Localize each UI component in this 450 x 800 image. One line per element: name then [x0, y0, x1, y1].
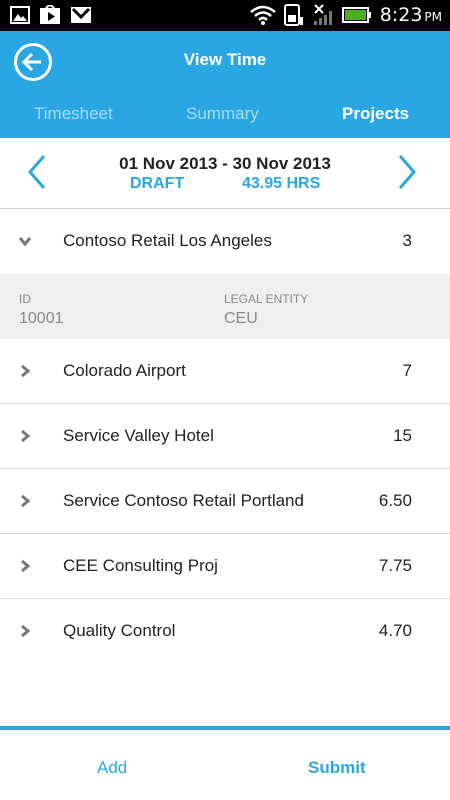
- project-hours: 6.50: [378, 491, 412, 510]
- project-hours: 15: [393, 426, 412, 445]
- play-store-icon: [40, 5, 60, 24]
- tab-projects[interactable]: Projects: [342, 104, 409, 124]
- submit-button[interactable]: Submit: [308, 758, 366, 778]
- chevron-right-icon: [21, 559, 31, 573]
- project-row[interactable]: CEE Consulting Proj 7.75: [0, 534, 450, 599]
- no-signal-icon: [313, 4, 332, 25]
- tab-bar: Timesheet Summary Projects: [0, 104, 450, 134]
- project-name: Colorado Airport: [63, 361, 186, 380]
- project-name: Service Contoso Retail Portland: [63, 491, 304, 510]
- chevron-right-icon: [21, 429, 31, 443]
- project-row[interactable]: Colorado Airport 7: [0, 339, 450, 404]
- project-row[interactable]: Quality Control 4.70: [0, 599, 450, 664]
- app-header: View Time Timesheet Summary Projects: [0, 31, 450, 138]
- id-value: 10001: [19, 310, 64, 327]
- chevron-right-icon: [21, 624, 31, 638]
- chevron-down-icon: [18, 237, 32, 247]
- id-label: ID: [19, 292, 31, 306]
- sim-icon: [283, 4, 303, 26]
- wifi-icon: [249, 5, 276, 25]
- page-title: View Time: [183, 50, 267, 69]
- status-bar: 8:23 PM: [0, 0, 450, 31]
- period-dates: 01 Nov 2013 - 30 Nov 2013: [119, 154, 331, 173]
- project-hours: 3: [402, 231, 412, 250]
- gmail-icon: [71, 7, 91, 23]
- project-name: Service Valley Hotel: [63, 426, 214, 445]
- battery-icon: [341, 7, 371, 23]
- legal-entity-value: CEU: [224, 310, 258, 327]
- clock: 8:23 PM: [379, 4, 442, 26]
- bottom-action-bar: Add Submit: [0, 726, 450, 800]
- chevron-right-icon[interactable]: [392, 152, 422, 192]
- tab-summary[interactable]: Summary: [186, 104, 259, 124]
- total-hours: 43.95 HRS: [242, 175, 321, 192]
- tab-timesheet[interactable]: Timesheet: [34, 104, 113, 124]
- add-button[interactable]: Add: [97, 758, 127, 778]
- chevron-right-icon: [21, 494, 31, 508]
- project-row[interactable]: Service Valley Hotel 15: [0, 404, 450, 469]
- chevron-right-icon: [21, 364, 31, 378]
- project-name: Quality Control: [63, 621, 176, 640]
- project-hours: 4.70: [378, 621, 412, 640]
- image-icon: [10, 6, 30, 24]
- project-name: CEE Consulting Proj: [63, 556, 218, 575]
- period-selector: 01 Nov 2013 - 30 Nov 2013 DRAFT 43.95 HR…: [0, 138, 450, 209]
- project-details: ID 10001 LEGAL ENTITY CEU: [0, 274, 450, 339]
- project-row[interactable]: Service Contoso Retail Portland 6.50: [0, 469, 450, 534]
- project-hours: 7: [402, 361, 412, 380]
- legal-entity-label: LEGAL ENTITY: [224, 292, 309, 306]
- status-badge: DRAFT: [130, 175, 185, 192]
- project-row[interactable]: Contoso Retail Los Angeles 3: [0, 209, 450, 274]
- project-name: Contoso Retail Los Angeles: [63, 231, 272, 250]
- project-hours: 7.75: [378, 556, 412, 575]
